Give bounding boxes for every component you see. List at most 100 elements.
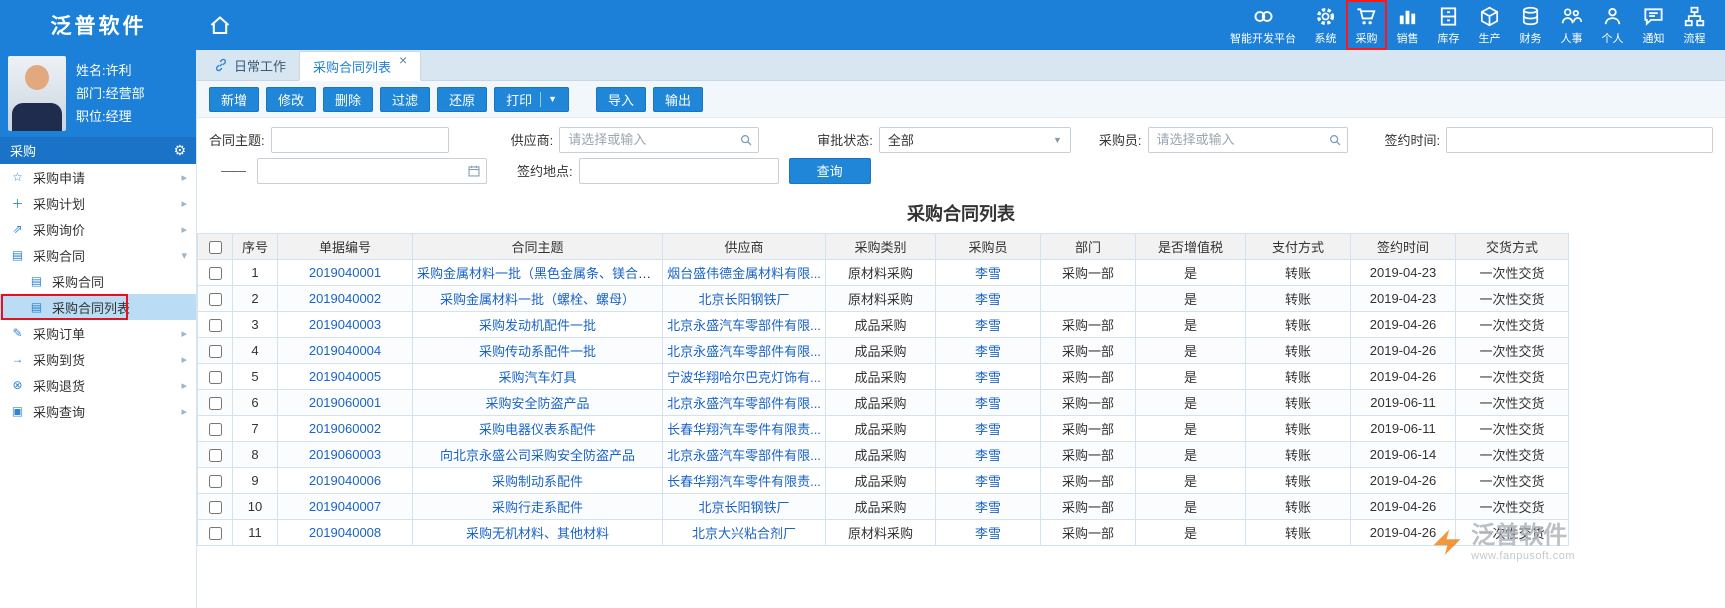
cell-link[interactable]: 李雪 (975, 344, 1001, 359)
row-checkbox[interactable] (209, 345, 222, 358)
column-header[interactable]: 支付方式 (1246, 234, 1351, 260)
row-checkbox[interactable] (209, 267, 222, 280)
sidebar-item-purchase-contract-list[interactable]: ▤采购合同列表 (0, 294, 196, 320)
cell-link[interactable]: 李雪 (975, 474, 1001, 489)
select-all-checkbox[interactable] (209, 241, 222, 254)
row-checkbox[interactable] (209, 371, 222, 384)
sidebar-item-purchase-plan[interactable]: ＋采购计划▸ (0, 190, 196, 216)
cell-link[interactable]: 2019040003 (309, 317, 381, 332)
module-system[interactable]: 系统 (1305, 0, 1346, 50)
edit-button[interactable]: 修改 (266, 87, 316, 112)
cell-link[interactable]: 李雪 (975, 422, 1001, 437)
row-checkbox[interactable] (209, 527, 222, 540)
sidebar-item-purchase-request[interactable]: ☆采购申请▸ (0, 164, 196, 190)
query-button[interactable]: 查询 (789, 158, 871, 184)
row-checkbox[interactable] (209, 397, 222, 410)
cell-link[interactable]: 采购汽车灯具 (498, 370, 576, 385)
sidebar-item-purchase-arrival[interactable]: →采购到货▸ (0, 346, 196, 372)
module-dev[interactable]: 智能开发平台 (1221, 0, 1305, 50)
row-checkbox[interactable] (209, 423, 222, 436)
cell-link[interactable]: 北京永盛汽车零部件有限... (667, 396, 821, 411)
cell-link[interactable]: 北京永盛汽车零部件有限... (667, 448, 821, 463)
cell-link[interactable]: 李雪 (975, 500, 1001, 515)
cell-link[interactable]: 北京大兴粘合剂厂 (692, 526, 796, 541)
export-button[interactable]: 输出 (653, 87, 703, 112)
cell-link[interactable]: 采购金属材料一批（黑色金属条、镁合金） (417, 266, 663, 281)
cell-link[interactable]: 采购传动系配件一批 (479, 344, 596, 359)
row-checkbox[interactable] (209, 475, 222, 488)
module-personal[interactable]: 个人 (1592, 0, 1633, 50)
tab-daily-work[interactable]: 日常工作 (201, 50, 299, 80)
home-button[interactable] (197, 0, 243, 50)
column-header[interactable]: 供应商 (663, 234, 826, 260)
module-purchase[interactable]: 采购 (1346, 0, 1387, 50)
column-header[interactable]: 部门 (1041, 234, 1136, 260)
cell-link[interactable]: 李雪 (975, 448, 1001, 463)
cell-link[interactable]: 宁波华翔哈尔巴克灯饰有... (667, 370, 821, 385)
column-header[interactable]: 是否增值税 (1136, 234, 1246, 260)
filter-button[interactable]: 过滤 (380, 87, 430, 112)
import-button[interactable]: 导入 (596, 87, 646, 112)
approval-status-select[interactable]: 全部 ▼ (879, 127, 1071, 153)
module-notice[interactable]: 通知 (1633, 0, 1674, 50)
sign-location-input[interactable] (579, 158, 779, 184)
cell-link[interactable]: 2019060002 (309, 421, 381, 436)
cell-link[interactable]: 北京永盛汽车零部件有限... (667, 344, 821, 359)
cell-link[interactable]: 采购金属材料一批（螺栓、螺母） (440, 292, 635, 307)
cell-link[interactable]: 2019040002 (309, 291, 381, 306)
cell-link[interactable]: 李雪 (975, 396, 1001, 411)
column-header[interactable]: 采购类别 (826, 234, 936, 260)
buyer-input[interactable] (1148, 127, 1348, 153)
cell-link[interactable]: 李雪 (975, 526, 1001, 541)
sidebar-item-purchase-contract[interactable]: ▤采购合同▾ (0, 242, 196, 268)
cell-link[interactable]: 2019060003 (309, 447, 381, 462)
cell-link[interactable]: 采购无机材料、其他材料 (466, 526, 609, 541)
row-checkbox[interactable] (209, 501, 222, 514)
column-header[interactable]: 交货方式 (1456, 234, 1569, 260)
module-production[interactable]: 生产 (1469, 0, 1510, 50)
column-header[interactable]: 采购员 (936, 234, 1041, 260)
cell-link[interactable]: 采购行走系配件 (492, 500, 583, 515)
module-finance[interactable]: 财务 (1510, 0, 1551, 50)
cell-link[interactable]: 长春华翔汽车零件有限责... (667, 474, 821, 489)
row-checkbox[interactable] (209, 449, 222, 462)
sidebar-item-purchase-inquiry[interactable]: ⇗采购询价▸ (0, 216, 196, 242)
tab-purchase-contract-list[interactable]: 采购合同列表× (299, 51, 421, 81)
delete-button[interactable]: 删除 (323, 87, 373, 112)
print-button[interactable]: 打印▼ (494, 87, 569, 112)
cell-link[interactable]: 李雪 (975, 370, 1001, 385)
sidebar-item-purchase-query[interactable]: ▣采购查询▸ (0, 398, 196, 424)
module-inventory[interactable]: 库存 (1428, 0, 1469, 50)
cell-link[interactable]: 2019040005 (309, 369, 381, 384)
contract-subject-input[interactable] (271, 127, 449, 153)
column-header[interactable]: 合同主题 (413, 234, 663, 260)
cell-link[interactable]: 2019040007 (309, 499, 381, 514)
module-hr[interactable]: 人事 (1551, 0, 1592, 50)
cell-link[interactable]: 采购安全防盗产品 (485, 396, 589, 411)
cell-link[interactable]: 2019040008 (309, 525, 381, 540)
cell-link[interactable]: 采购制动系配件 (492, 474, 583, 489)
cell-link[interactable]: 北京长阳钢铁厂 (698, 292, 789, 307)
restore-button[interactable]: 还原 (437, 87, 487, 112)
cell-link[interactable]: 北京长阳钢铁厂 (698, 500, 789, 515)
row-checkbox[interactable] (209, 319, 222, 332)
cell-link[interactable]: 北京永盛汽车零部件有限... (667, 318, 821, 333)
supplier-input[interactable] (559, 127, 759, 153)
cell-link[interactable]: 2019060001 (309, 395, 381, 410)
row-checkbox[interactable] (209, 293, 222, 306)
cell-link[interactable]: 李雪 (975, 318, 1001, 333)
sign-time-input[interactable] (1446, 127, 1713, 153)
sign-date-input[interactable] (257, 158, 487, 184)
sidebar-item-purchase-contract-entry[interactable]: ▤采购合同 (0, 268, 196, 294)
close-icon[interactable]: × (399, 52, 407, 68)
module-sales[interactable]: 销售 (1387, 0, 1428, 50)
module-flow[interactable]: 流程 (1674, 0, 1715, 50)
gear-icon[interactable]: ⚙ (173, 142, 186, 159)
cell-link[interactable]: 2019040006 (309, 473, 381, 488)
cell-link[interactable]: 2019040001 (309, 265, 381, 280)
column-header[interactable]: 签约时间 (1351, 234, 1456, 260)
sidebar-item-purchase-order[interactable]: ✎采购订单▸ (0, 320, 196, 346)
cell-link[interactable]: 长春华翔汽车零件有限责... (667, 422, 821, 437)
column-header[interactable]: 单据编号 (278, 234, 413, 260)
cell-link[interactable]: 李雪 (975, 266, 1001, 281)
